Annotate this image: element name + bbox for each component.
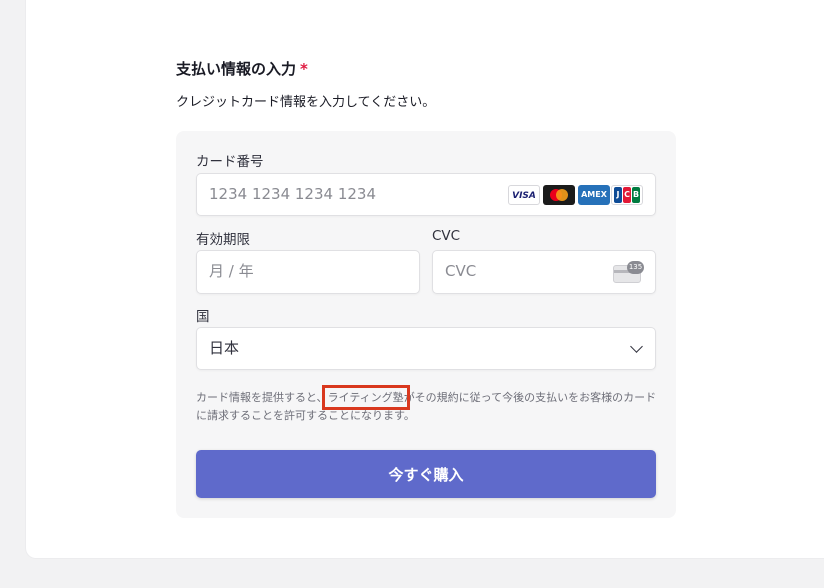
mastercard-icon: [543, 185, 575, 205]
amex-icon: AMEX: [578, 185, 610, 205]
card-number-input[interactable]: 1234 1234 1234 1234 VISA AMEX JCB: [196, 173, 656, 216]
country-value: 日本: [209, 339, 240, 357]
expiry-placeholder: 月 / 年: [209, 262, 254, 280]
terms-text: カード情報を提供すると、ライティング塾がその規約に従って今後の支払いをお客様のカ…: [196, 385, 661, 425]
cvc-label: CVC: [432, 228, 461, 244]
chevron-down-icon: [630, 340, 643, 353]
cvc-placeholder: CVC: [445, 262, 477, 280]
terms-prefix: カード情報を提供すると、: [196, 391, 328, 404]
card-number-label: カード番号: [196, 154, 264, 170]
section-title: 支払い情報の入力 *: [176, 58, 308, 79]
section-description: クレジットカード情報を入力してください。: [176, 95, 436, 110]
section-title-text: 支払い情報の入力: [176, 60, 297, 78]
cvc-card-icon: 135: [613, 261, 644, 283]
cvc-input[interactable]: CVC 135: [432, 250, 656, 294]
required-mark: *: [300, 60, 308, 78]
merchant-name: ライティング塾: [321, 385, 410, 410]
payment-form: カード番号 1234 1234 1234 1234 VISA AMEX JCB …: [176, 131, 676, 518]
visa-icon: VISA: [508, 185, 540, 205]
cvc-icon-number: 135: [627, 261, 644, 274]
country-select[interactable]: 日本: [196, 327, 656, 370]
buy-now-button[interactable]: 今すぐ購入: [196, 450, 656, 498]
card-number-placeholder: 1234 1234 1234 1234: [209, 185, 376, 203]
expiry-input[interactable]: 月 / 年: [196, 250, 420, 294]
country-label: 国: [196, 309, 210, 325]
jcb-icon: JCB: [611, 185, 643, 205]
expiry-label: 有効期限: [196, 232, 250, 248]
